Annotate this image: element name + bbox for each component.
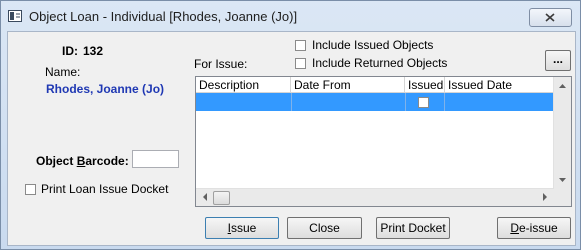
scroll-up-icon[interactable] bbox=[554, 79, 571, 93]
for-issue-label: For Issue: bbox=[194, 57, 248, 71]
object-loan-window: Object Loan - Individual [Rhodes, Joanne… bbox=[0, 0, 581, 250]
barcode-label-post: arcode: bbox=[85, 154, 129, 168]
scroll-right-icon[interactable] bbox=[538, 189, 552, 205]
column-header-issued[interactable]: Issued bbox=[405, 77, 445, 93]
include-returned-checkbox[interactable] bbox=[295, 58, 306, 69]
include-returned-label: Include Returned Objects bbox=[312, 56, 448, 70]
issue-label: ssue bbox=[230, 221, 257, 235]
issue-button[interactable]: Issue bbox=[205, 217, 279, 239]
horizontal-scroll-thumb[interactable] bbox=[213, 191, 230, 205]
column-header-description[interactable]: Description bbox=[196, 77, 291, 93]
name-value: Rhodes, Joanne (Jo) bbox=[46, 82, 165, 96]
scroll-corner bbox=[554, 189, 571, 206]
vertical-scrollbar[interactable] bbox=[553, 77, 571, 189]
dialog-body: ID: 132 Name: Rhodes, Joanne (Jo) Object… bbox=[7, 31, 576, 246]
close-icon bbox=[545, 13, 555, 22]
cell-divider bbox=[291, 93, 292, 111]
scroll-down-icon[interactable] bbox=[554, 173, 571, 187]
horizontal-scrollbar[interactable] bbox=[196, 188, 554, 206]
include-issued-label: Include Issued Objects bbox=[312, 38, 434, 52]
reissue-mnemonic: D bbox=[510, 221, 519, 235]
column-header-issued-date[interactable]: Issued Date bbox=[445, 77, 554, 93]
print-docket-label: Print Loan Issue Docket bbox=[41, 182, 169, 196]
cell-divider bbox=[405, 93, 406, 111]
print-docket-button[interactable]: Print Docket bbox=[376, 217, 450, 239]
include-issued-checkbox[interactable] bbox=[295, 40, 306, 51]
name-label: Name: bbox=[45, 65, 81, 79]
barcode-input[interactable] bbox=[132, 150, 179, 168]
id-value: 132 bbox=[83, 44, 104, 58]
issued-cell-checkbox[interactable] bbox=[418, 97, 429, 108]
window-app-icon bbox=[8, 10, 22, 22]
window-close-button[interactable] bbox=[529, 8, 572, 27]
barcode-label-pre: Object bbox=[36, 154, 77, 168]
cell-divider bbox=[444, 93, 445, 111]
barcode-label: Object Barcode: bbox=[36, 154, 129, 168]
more-options-button[interactable]: ... bbox=[545, 50, 571, 71]
column-header-date-from[interactable]: Date From bbox=[291, 77, 405, 93]
loan-grid[interactable]: Description Date From Issued Issued Date bbox=[195, 76, 572, 207]
close-button[interactable]: Close bbox=[287, 217, 362, 239]
scroll-left-icon[interactable] bbox=[198, 189, 212, 205]
reissue-button[interactable]: De-issue bbox=[497, 217, 571, 239]
table-row[interactable] bbox=[196, 93, 554, 111]
reissue-label: e-issue bbox=[518, 221, 558, 235]
print-docket-checkbox[interactable] bbox=[25, 184, 36, 195]
title-bar[interactable]: Object Loan - Individual [Rhodes, Joanne… bbox=[1, 1, 580, 31]
window-title: Object Loan - Individual [Rhodes, Joanne… bbox=[29, 9, 298, 24]
id-label: ID: bbox=[62, 44, 78, 58]
